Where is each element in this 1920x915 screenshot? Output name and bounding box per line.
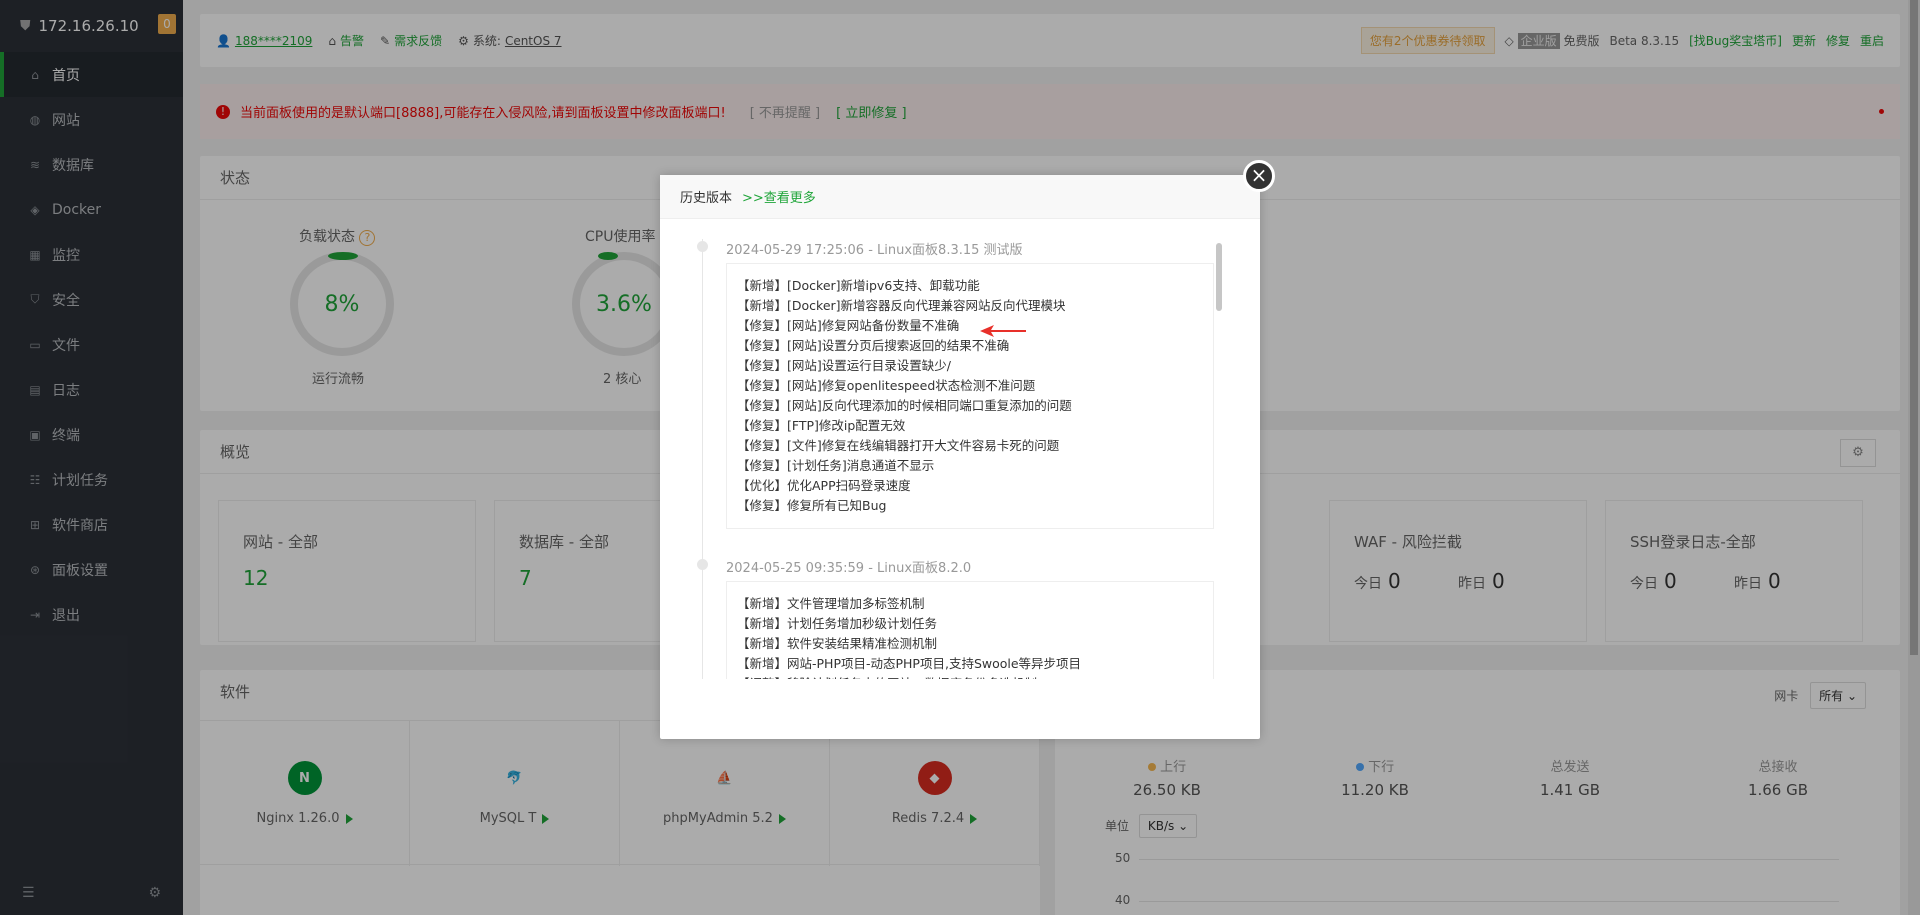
changelog-line: 【新增】[Docker]新增ipv6支持、卸载功能 [737,278,980,293]
timeline-dot [697,559,708,570]
changelog-line: 【新增】软件安装结果精准检测机制 [737,636,938,651]
changelog-line: 【优化】优化APP扫码登录速度 [737,478,911,493]
version-changelog: 【新增】文件管理增加多标签机制 【新增】计划任务增加秒级计划任务 【新增】软件安装结… [726,581,1214,679]
changelog-line: 【修复】[网站]设置分页后搜索返回的结果不准确 [737,338,1010,353]
red-arrow-annotation [980,325,1026,337]
version-date: 2024-05-29 17:25:06 - Linux面板8.3.15 测试版 [726,243,1023,258]
view-more-link[interactable]: >>查看更多 [742,187,816,206]
changelog-line: 【修复】修复所有已知Bug [737,498,887,513]
modal-header: 历史版本 >>查看更多 [660,175,1260,219]
changelog-line: 【调整】移除计划任务中的网站、数据库备份多选机制 [737,674,1203,679]
changelog-line: 【新增】文件管理增加多标签机制 [737,596,925,611]
version-changelog: 【新增】[Docker]新增ipv6支持、卸载功能【新增】[Docker]新增容… [726,263,1214,529]
changelog-line: 【修复】[文件]修复在线编辑器打开大文件容易卡死的问题 [737,438,1060,453]
changelog-line: 【新增】网站-PHP项目-动态PHP项目,支持Swoole等异步项目 [737,656,1082,671]
modal-scrollbar[interactable] [1216,243,1222,311]
changelog-line: 【新增】计划任务增加秒级计划任务 [737,616,938,631]
changelog-line: 【修复】[FTP]修改ip配置无效 [737,418,906,433]
changelog-line: 【新增】[Docker]新增容器反向代理兼容网站反向代理模块 [737,298,1066,313]
changelog-line: 【修复】[网站]设置运行目录设置缺少/ [737,358,951,373]
close-icon[interactable]: × [1243,160,1275,192]
history-version-modal: 历史版本 >>查看更多 2024-05-29 17:25:06 - Linux面… [660,175,1260,739]
changelog-line: 【修复】[计划任务]消息通道不显示 [737,458,935,473]
timeline-dot [697,241,708,252]
timeline-line [702,239,703,679]
modal-title: 历史版本 [680,191,733,206]
changelog-line: 【修复】[网站]修复网站备份数量不准确 [737,318,960,333]
changelog-line: 【修复】[网站]反向代理添加的时候相同端口重复添加的问题 [737,398,1072,413]
version-date: 2024-05-25 09:35:59 - Linux面板8.2.0 [726,561,972,576]
version-timeline[interactable]: 2024-05-29 17:25:06 - Linux面板8.3.15 测试版【… [660,239,1240,679]
changelog-line: 【修复】[网站]修复openlitespeed状态检测不准问题 [737,378,1036,393]
